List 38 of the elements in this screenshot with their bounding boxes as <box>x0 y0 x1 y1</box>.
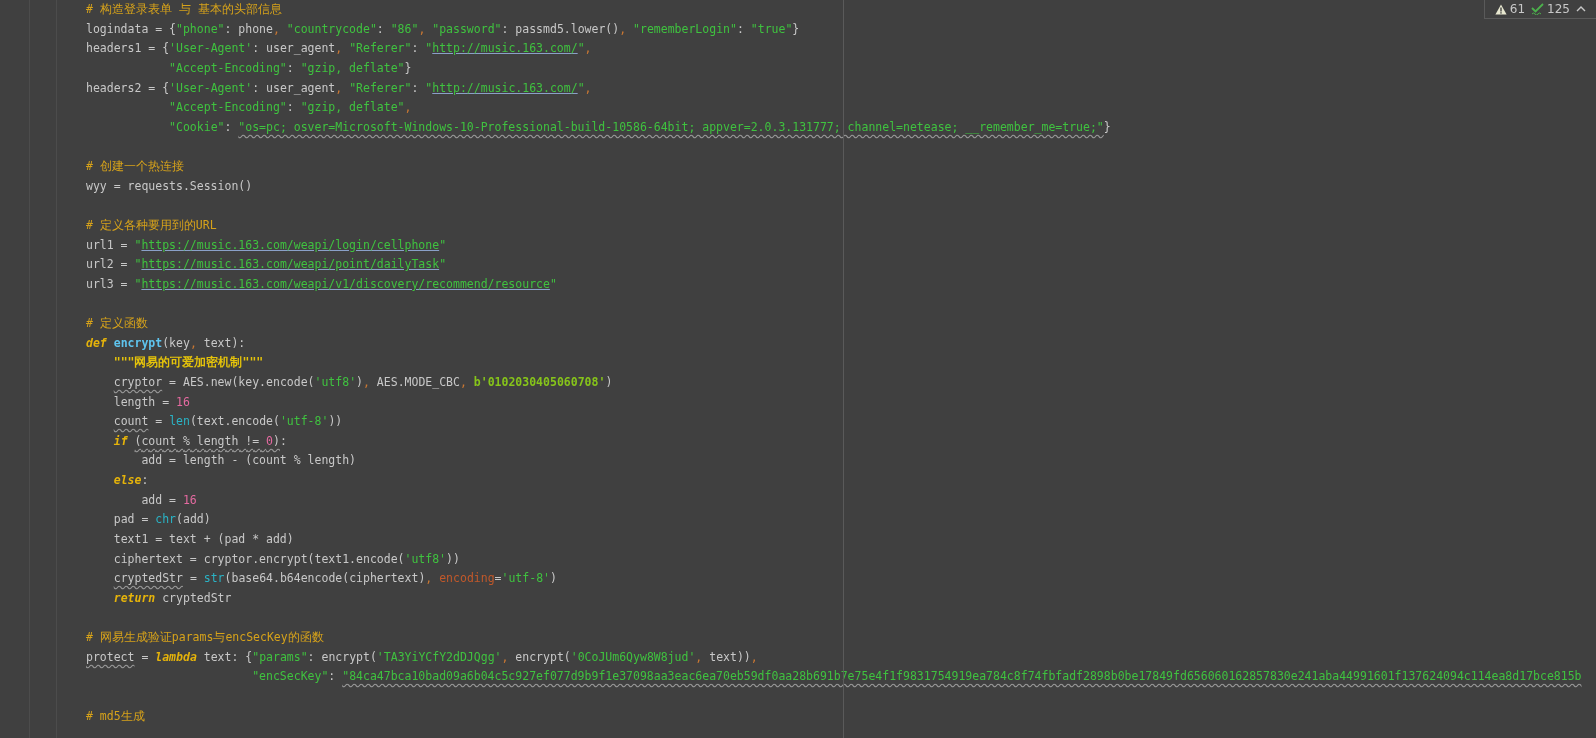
chevron-up-icon[interactable] <box>1576 6 1586 12</box>
code-line: cryptor = AES.new(key.encode('utf8'), AES.MODE_CBC, b'0102030405060708') <box>112 373 613 391</box>
warning-icon <box>1494 3 1507 15</box>
code-line: return cryptedStr <box>112 589 232 607</box>
code-line: text1 = text + (pad * add) <box>112 530 294 548</box>
code-comment: # 网易生成验证params与encSecKey的函数 <box>86 629 324 646</box>
code-line: ciphertext = cryptor.encrypt(text1.encode('utf8')) <box>112 550 460 568</box>
code-line: headers1 = {'User-Agent': user_agent, "Referer": "http://music.163.com/", <box>86 40 592 58</box>
code-line: protect = lambda text: {"params": encrypt('TA3YiYCfY2dDJQgg', encrypt('0CoJUm6Qyw8W8jud', text)), <box>86 648 758 666</box>
code-comment: # 定义各种要用到的URL <box>86 216 217 234</box>
weak-warning-count: 125 <box>1547 2 1570 16</box>
check-icon <box>1531 3 1545 15</box>
code-line: wyy = requests.Session() <box>86 177 253 195</box>
code-line: else: <box>112 472 149 489</box>
code-line: """网易的可爱加密机制""" <box>112 354 264 372</box>
code-line: add = length - (count % length) <box>140 452 357 470</box>
code-line: url2 = "https://music.163.com/weapi/point/dailyTask" <box>86 256 447 274</box>
code-line: cryptedStr = str(base64.b64encode(ciphertext), encoding='utf-8') <box>112 570 557 588</box>
code-line: "Cookie": "os=pc; osver=Microsoft-Windows-10-Professional-build-10586-64bit; appver=2.0.3.131777; channel=netease; __remember_me=true;"} <box>168 118 1111 136</box>
code-line: url3 = "https://music.163.com/weapi/v1/discovery/recommend/resource" <box>86 275 557 293</box>
inspection-widget[interactable]: 61 125 <box>1483 0 1596 19</box>
code-comment: # 定义函数 <box>86 315 148 332</box>
code-comment: # 构造登录表单 与 基本的头部信息 <box>86 1 282 18</box>
code-line: url1 = "https://music.163.com/weapi/login/cellphone" <box>86 236 447 254</box>
code-line: "Accept-Encoding": "gzip, deflate"} <box>168 59 412 77</box>
code-line: headers2 = {'User-Agent': user_agent, "Referer": "http://music.163.com/", <box>86 79 592 97</box>
code-line: def encrypt(key, text): <box>86 334 246 352</box>
code-line: count = len(text.encode('utf-8')) <box>112 413 343 431</box>
warning-count: 61 <box>1509 2 1526 16</box>
code-line: length = 16 <box>112 393 190 411</box>
code-comment: # md5生成 <box>86 707 145 725</box>
code-line: if (count % length != 0): <box>112 432 287 450</box>
code-comment: # 创建一个热连接 <box>86 158 184 175</box>
code-line: logindata = {"phone": phone, "countrycode": "86", "password": passmd5.lower(), "rememberLogin": "true"} <box>86 20 800 38</box>
code-line: "encSecKey": "84ca47bca10bad09a6b04c5c927ef077d9b9f1e37098aa3eac6ea70eb59df0aa28b691b7e75e4f1f9831754919ea784c8f74fbfadf2898b0be17849fd656060162857830e241aba44991601f137624094c114ea8d17bce815b <box>251 668 1582 686</box>
code-line: pad = chr(add) <box>112 511 211 529</box>
code-line: "Accept-Encoding": "gzip, deflate", <box>168 99 412 117</box>
code-line: add = 16 <box>140 491 197 509</box>
